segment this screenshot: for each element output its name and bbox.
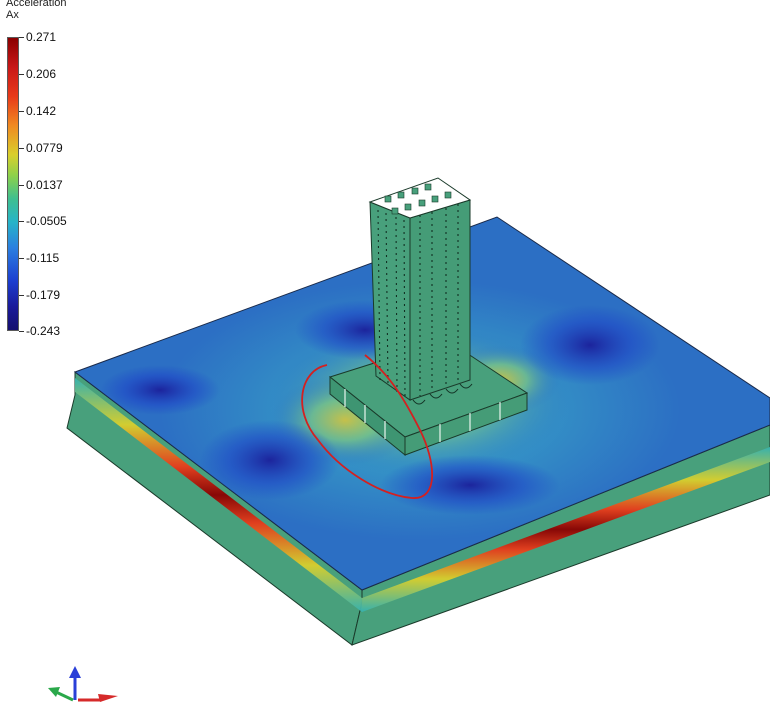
legend-subtitle: Ax [6,9,19,21]
colorbar-tick-label: 0.0779 [26,141,63,155]
colorbar-tick-label: 0.0137 [26,178,63,192]
colorbar-tick-label: -0.115 [26,251,60,265]
colorbar-tick [19,258,24,259]
colorbar-tick-label: -0.179 [26,288,61,302]
axis-triad[interactable] [40,664,130,702]
colorbar-tick-label: 0.206 [26,67,57,81]
colorbar-tick [19,37,24,38]
model-viewport[interactable] [0,0,770,702]
tower-front-face [369,201,411,401]
colorbar-tick [19,74,24,75]
colorbar-tick [19,185,24,186]
y-axis-icon [55,690,74,702]
colorbar-tick [19,111,24,112]
colorbar-tick-label: 0.271 [26,30,57,44]
colorbar-tick [19,148,24,149]
colorbar-tick [19,295,24,296]
colorbar-tick-label: -0.243 [26,324,61,338]
colorbar-tick [19,331,24,332]
colorbar-tick [19,221,24,222]
colorbar [7,37,19,331]
colorbar-tick-label: 0.142 [26,104,57,118]
fem-model-render[interactable] [0,0,770,702]
legend-title: Acceleration [6,0,67,9]
tower-right-face [409,199,471,401]
colorbar-tick-label: -0.0505 [26,214,67,228]
